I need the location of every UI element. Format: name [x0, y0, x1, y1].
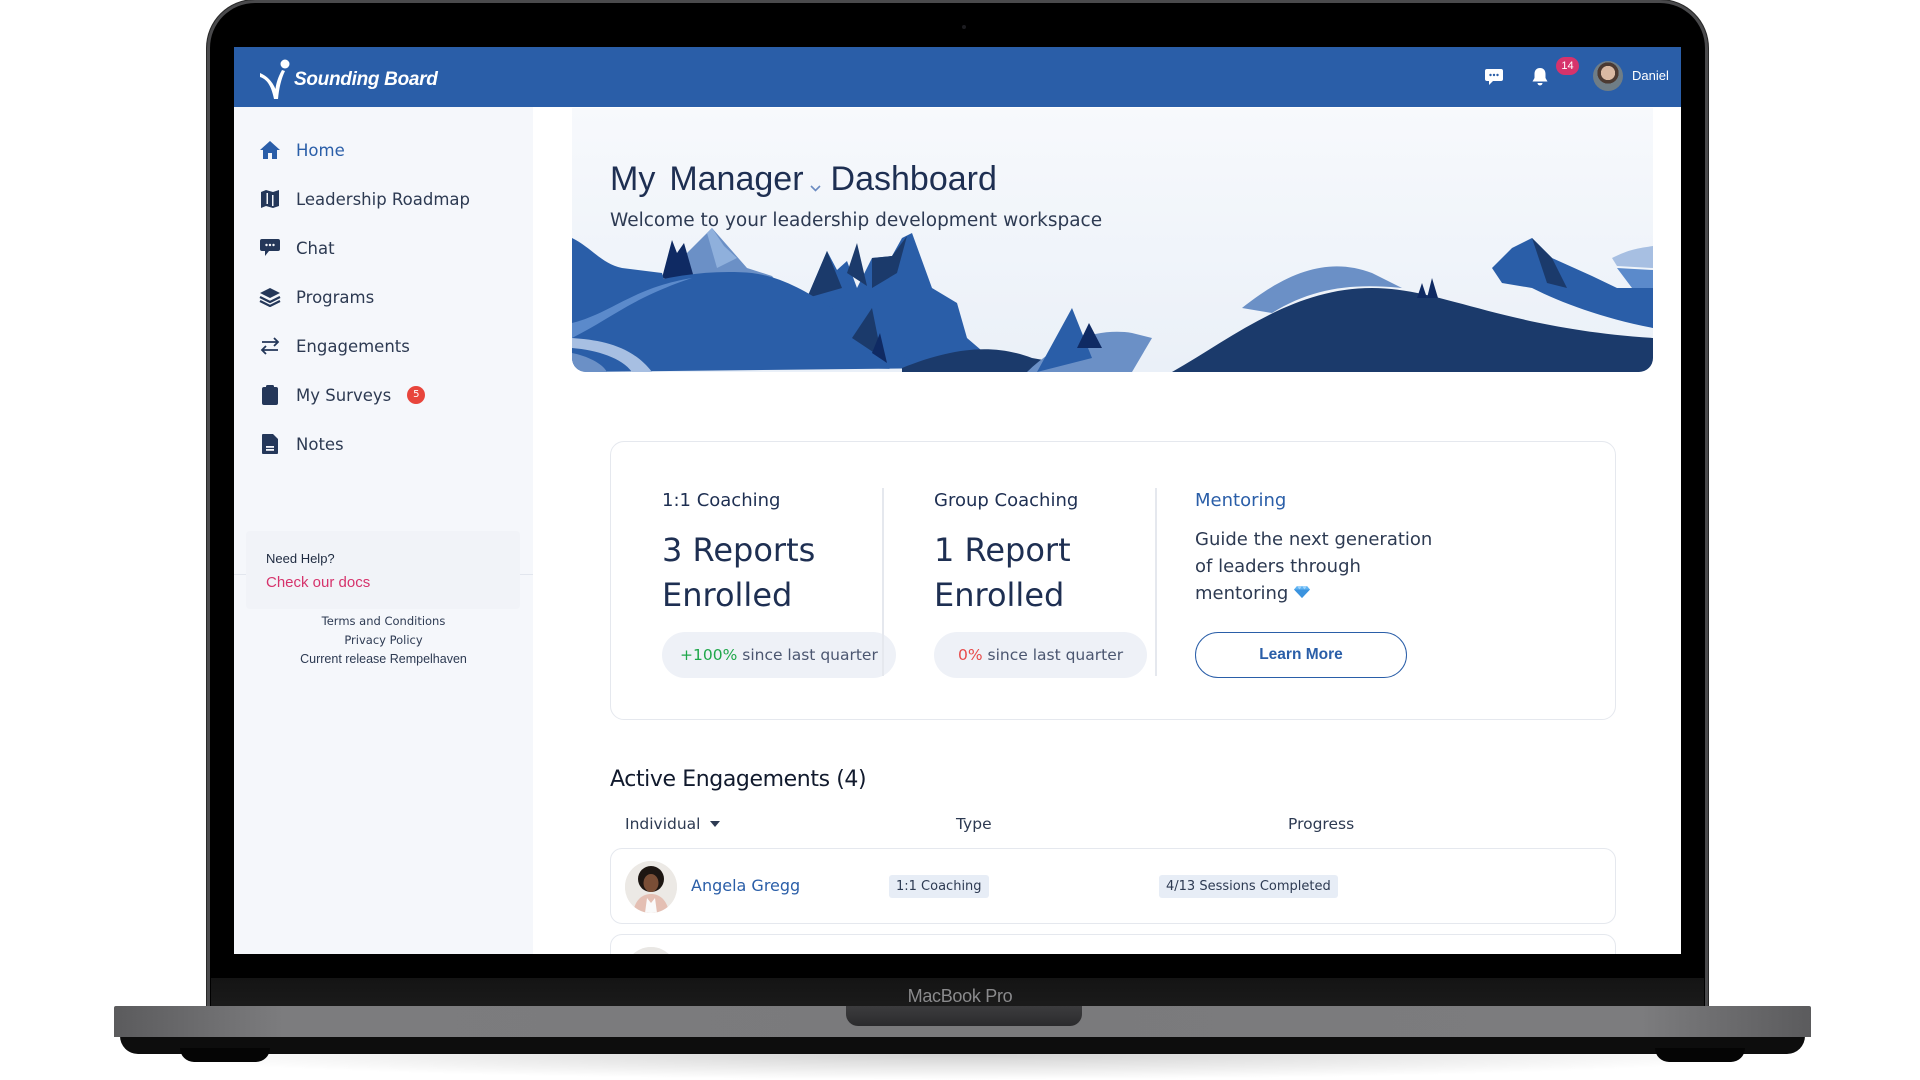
active-engagements-title: Active Engagements (4) — [610, 767, 867, 792]
surveys-count-badge: 5 — [407, 386, 426, 404]
stat-change-pill: 0% since last quarter — [934, 632, 1148, 678]
clipboard-icon — [258, 383, 282, 407]
stat-divider — [882, 488, 884, 676]
sidebar-item-label: Leadership Roadmap — [296, 189, 470, 209]
column-header-type: Type — [956, 815, 992, 833]
laptop-shadow — [140, 1054, 1780, 1080]
mountains-illustration — [572, 228, 1653, 372]
chat-bubble-icon — [1485, 69, 1503, 85]
chat-icon — [258, 236, 282, 260]
release-info: Current release Rempelhaven — [300, 652, 467, 666]
laptop-foot — [180, 1048, 270, 1062]
user-avatar[interactable] — [1593, 61, 1623, 91]
swap-arrows-icon — [258, 334, 282, 358]
sidebar-item-programs[interactable]: Programs — [234, 277, 533, 317]
sidebar-item-notes[interactable]: Notes — [234, 424, 533, 464]
terms-link[interactable]: Terms and Conditions — [234, 612, 533, 631]
notifications-button[interactable] — [1527, 64, 1553, 90]
camera — [962, 25, 966, 29]
stat-title: Group Coaching — [934, 490, 1079, 511]
sidebar-item-leadership-roadmap[interactable]: Leadership Roadmap — [234, 179, 533, 219]
change-value: +100% — [680, 646, 738, 664]
brand-logo[interactable]: Sounding Board — [258, 53, 438, 101]
progress-tag: 4/13 Sessions Completed — [1159, 875, 1338, 898]
sidebar-item-engagements[interactable]: Engagements — [234, 326, 533, 366]
device-label: MacBook Pro — [907, 986, 1013, 1006]
mentoring-title[interactable]: Mentoring — [1195, 490, 1286, 511]
table-row[interactable] — [610, 934, 1616, 954]
sidebar-item-home[interactable]: Home — [234, 130, 533, 170]
page-title: My Manager Dashboard — [610, 158, 997, 201]
map-icon — [258, 187, 282, 211]
stat-value-line2: Enrolled — [934, 576, 1065, 614]
messages-button[interactable] — [1481, 64, 1507, 90]
gem-icon — [1294, 586, 1311, 598]
mentoring-description-text: Guide the next generation of leaders thr… — [1195, 529, 1433, 604]
sidebar-footer-links: Terms and Conditions Privacy Policy Curr… — [234, 612, 533, 669]
stat-value: 3 Reports Enrolled — [662, 528, 815, 618]
stat-change-pill: +100% since last quarter — [662, 632, 896, 678]
stat-value-line2: Enrolled — [662, 576, 793, 614]
sidebar-item-label: Engagements — [296, 336, 410, 356]
stat-value-line1: 3 Reports — [662, 531, 816, 569]
table-row[interactable]: Angela Gregg 1:1 Coaching 4/13 Sessions … — [610, 848, 1616, 924]
bell-icon — [1532, 68, 1548, 86]
chevron-down-icon[interactable] — [809, 162, 821, 201]
change-value: 0% — [958, 646, 983, 664]
title-prefix: My — [610, 160, 656, 198]
sidebar-item-chat[interactable]: Chat — [234, 228, 533, 268]
sidebar-item-my-surveys[interactable]: My Surveys 5 — [234, 375, 533, 415]
laptop-notch — [846, 1006, 1082, 1026]
home-icon — [258, 138, 282, 162]
brand-name: Sounding Board — [294, 69, 438, 90]
stat-value-line1: 1 Report — [934, 531, 1071, 569]
user-name[interactable]: Daniel — [1632, 68, 1669, 83]
sidebar-item-label: Home — [296, 140, 345, 160]
help-box: Need Help? Check our docs — [246, 531, 520, 609]
stat-value: 1 Report Enrolled — [934, 528, 1071, 618]
stat-divider — [1155, 488, 1157, 676]
sidebar-item-label: Programs — [296, 287, 375, 307]
title-suffix: Dashboard — [830, 160, 997, 198]
notification-count-badge: 14 — [1556, 57, 1579, 75]
column-header-individual[interactable]: Individual — [625, 815, 720, 833]
privacy-link[interactable]: Privacy Policy — [234, 631, 533, 650]
sounding-board-logo-icon — [260, 59, 290, 99]
sidebar-item-label: My Surveys — [296, 385, 392, 405]
docs-link[interactable]: Check our docs — [266, 574, 520, 591]
change-suffix: since last quarter — [737, 646, 878, 664]
avatar — [625, 861, 677, 913]
mentoring-description: Guide the next generation of leaders thr… — [1195, 526, 1455, 607]
column-header-progress: Progress — [1288, 815, 1355, 833]
role-selector[interactable]: Manager — [669, 160, 803, 199]
file-icon — [258, 432, 282, 456]
programs-summary-card: 1:1 Coaching 3 Reports Enrolled +100% si… — [610, 441, 1616, 720]
help-title: Need Help? — [266, 551, 335, 566]
app-screen: Sounding Board 14 Daniel Home Leadership… — [234, 47, 1681, 954]
change-suffix: since last quarter — [982, 646, 1124, 664]
sidebar: Home Leadership Roadmap Chat Programs En… — [234, 107, 533, 954]
column-label: Individual — [625, 815, 701, 833]
layers-icon — [258, 285, 282, 309]
individual-name-link[interactable]: Angela Gregg — [691, 876, 800, 895]
sort-caret-icon — [709, 821, 720, 827]
laptop-base-lower — [120, 1036, 1805, 1054]
stat-title: 1:1 Coaching — [662, 490, 781, 511]
learn-more-button[interactable]: Learn More — [1195, 632, 1407, 678]
laptop-foot — [1655, 1048, 1745, 1062]
hero-banner: My Manager Dashboard Welcome to your lea… — [572, 108, 1653, 372]
engagement-type-tag: 1:1 Coaching — [889, 875, 989, 898]
sidebar-item-label: Notes — [296, 434, 344, 454]
sidebar-item-label: Chat — [296, 238, 335, 258]
avatar — [625, 947, 677, 954]
top-bar: Sounding Board 14 Daniel — [234, 47, 1681, 107]
